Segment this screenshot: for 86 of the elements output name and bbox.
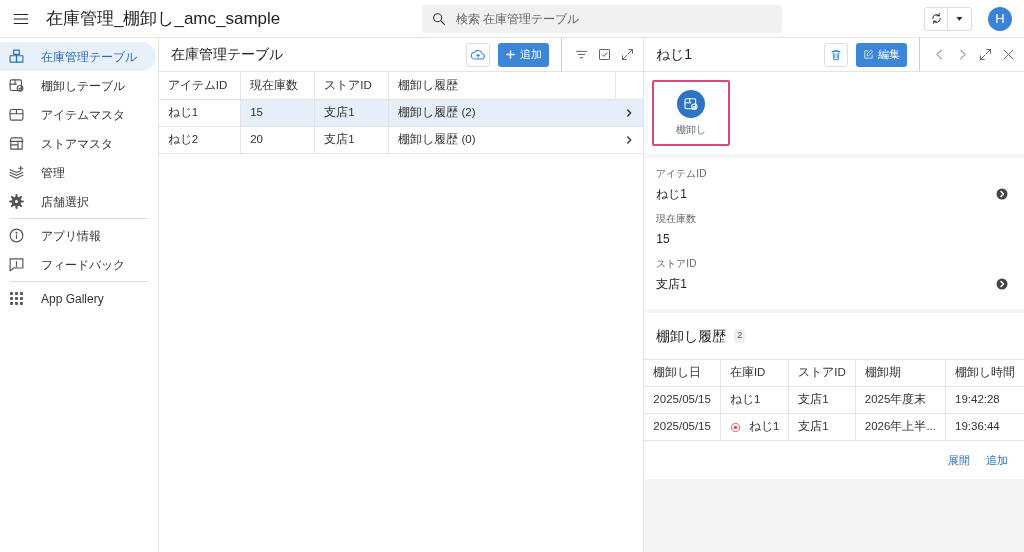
delete-button[interactable] <box>824 42 848 67</box>
field-label: ストアID <box>656 257 698 271</box>
column-header: アイテムID <box>158 72 241 99</box>
text-link[interactable]: 展開 <box>948 451 970 469</box>
info-icon <box>8 227 25 244</box>
field-value: 支店1 <box>656 276 688 293</box>
sidebar-item[interactable]: 棚卸しテーブル <box>0 71 156 100</box>
table-cell: ねじ1 <box>720 386 789 414</box>
table-cell: 棚卸し履歴 (2) <box>388 99 616 126</box>
column-header: ストアID <box>788 359 856 387</box>
column-header: ストアID <box>314 72 389 99</box>
table-cell: 19:42:28 <box>945 386 1024 414</box>
table-cell: 支店1 <box>314 99 389 126</box>
close-icon <box>1001 47 1016 62</box>
table-cell-text: ねじ1 <box>748 419 780 435</box>
table-cell: 棚卸し履歴 (0) <box>388 126 616 153</box>
store-icon <box>8 135 25 152</box>
section-title: 棚卸し履歴 <box>656 326 727 346</box>
upload-button[interactable] <box>466 42 491 67</box>
gear-icon <box>8 193 25 210</box>
action-label: 棚卸し <box>676 122 707 137</box>
sidebar-item[interactable]: 在庫管理テーブル <box>0 42 156 71</box>
box-icon <box>8 106 25 123</box>
column-header: 棚卸し履歴 <box>388 72 616 99</box>
add-button[interactable]: 追加 <box>498 42 550 67</box>
trash-icon <box>829 47 843 62</box>
checkbox-icon <box>597 47 613 62</box>
field-label: 現在庫数 <box>656 212 698 226</box>
table-cell: 19:36:44 <box>945 413 1024 441</box>
link-button[interactable] <box>996 188 1008 200</box>
box-check-icon <box>683 95 700 112</box>
table-cell: 2025/05/15 <box>644 413 721 441</box>
table-cell: 2025/05/15 <box>644 386 721 414</box>
table-cell: 2025年度末 <box>855 386 946 414</box>
panel-title: 在庫管理テーブル <box>170 45 284 64</box>
detail-title: ねじ1 <box>656 45 694 64</box>
table-cell: 支店1 <box>314 126 389 153</box>
search-field[interactable]: 検索 在庫管理テーブル <box>422 4 783 33</box>
table-cell: 支店1 <box>788 386 856 414</box>
box-check-icon <box>8 77 25 94</box>
expand-button[interactable] <box>978 47 993 62</box>
field-value: ねじ1 <box>656 186 688 203</box>
plus-icon <box>505 49 517 60</box>
table-row[interactable]: ねじ2 20 支店1 棚卸し履歴 (0) <box>158 126 644 153</box>
expand-button[interactable] <box>620 47 636 62</box>
caret-icon <box>955 14 964 23</box>
select-button[interactable] <box>597 47 613 62</box>
field-label: アイテムID <box>656 167 708 181</box>
action-tile[interactable]: 棚卸し <box>652 80 731 146</box>
count-badge: 2 <box>734 329 746 343</box>
table-row[interactable]: ねじ1 15 支店1 棚卸し履歴 (2) <box>158 99 644 126</box>
column-header: 在庫ID <box>720 359 789 387</box>
field-value: 15 <box>656 231 670 248</box>
edit-icon <box>863 49 874 60</box>
arrow-circle-icon <box>996 188 1008 200</box>
table-cell: 支店1 <box>788 413 856 441</box>
table-cell: 20 <box>240 126 315 153</box>
column-header: 棚卸期 <box>855 359 946 387</box>
apps-grid-icon <box>8 290 25 307</box>
sidebar-item[interactable]: 店舗選択 <box>0 187 156 216</box>
table-cell: ねじ2 <box>158 126 241 153</box>
expand-icon <box>620 47 636 62</box>
feedback-icon <box>8 256 25 273</box>
sync-icon <box>929 12 943 25</box>
layers-icon <box>8 164 25 181</box>
sync-button[interactable] <box>924 6 948 31</box>
expand-icon <box>978 47 993 62</box>
sidebar-item[interactable]: App Gallery <box>0 284 156 313</box>
text-link[interactable]: 追加 <box>986 451 1008 469</box>
table-cell: 15 <box>240 99 315 126</box>
close-button[interactable] <box>1001 47 1016 62</box>
sidebar-item[interactable]: フィードバック <box>0 250 156 279</box>
column-header: 現在庫数 <box>240 72 315 99</box>
sidebar-item[interactable]: 管理 <box>0 158 156 187</box>
column-header: 棚卸し時間 <box>945 359 1024 387</box>
table-cell: 2026年上半... <box>855 413 946 441</box>
user-avatar[interactable]: H <box>988 6 1012 31</box>
sidebar-item[interactable]: アプリ情報 <box>0 221 156 250</box>
edit-button[interactable]: 編集 <box>856 42 907 67</box>
column-header: 棚卸し日 <box>644 359 721 387</box>
app-title: 在庫管理_棚卸し_amc_sample <box>46 7 281 30</box>
boxes-icon <box>8 48 25 65</box>
sidebar-item[interactable]: ストアマスタ <box>0 129 156 158</box>
arrow-circle-icon <box>996 278 1008 290</box>
sidebar-item[interactable]: アイテムマスタ <box>0 100 156 129</box>
link-button[interactable] <box>996 278 1008 290</box>
